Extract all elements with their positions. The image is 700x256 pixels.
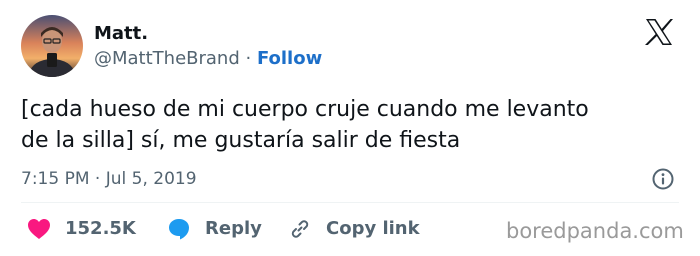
avatar-photo [21, 15, 83, 77]
separator-dot: · [239, 48, 257, 69]
speech-bubble-icon [169, 219, 189, 240]
tweet-text: [cada hueso de mi cuerpo cruje cuando me… [21, 94, 681, 156]
handle-row: @MattTheBrand · Follow [94, 47, 322, 71]
x-logo-icon[interactable] [643, 16, 675, 48]
heart-icon [28, 219, 50, 239]
avatar[interactable] [21, 15, 83, 77]
tweet-timestamp[interactable]: 7:15 PM · Jul 5, 2019 [21, 168, 197, 190]
watermark: boredpanda.com [506, 219, 684, 243]
reply-button[interactable]: Reply [167, 216, 262, 242]
like-button[interactable]: 152.5K [27, 216, 136, 242]
tweet-text-line-2: de la silla] sí, me gustaría salir de fi… [21, 128, 461, 153]
follow-button[interactable]: Follow [257, 48, 322, 69]
tweet-text-line-1: [cada hueso de mi cuerpo cruje cuando me… [21, 97, 589, 122]
info-icon[interactable] [651, 167, 675, 191]
link-icon [291, 220, 309, 238]
reply-label: Reply [205, 218, 262, 239]
user-handle[interactable]: @MattTheBrand [94, 48, 240, 69]
like-count: 152.5K [65, 218, 136, 239]
copy-link-button[interactable]: Copy link [288, 216, 420, 242]
copy-link-label: Copy link [326, 218, 420, 239]
divider [21, 202, 679, 203]
display-name[interactable]: Matt. [94, 22, 148, 46]
